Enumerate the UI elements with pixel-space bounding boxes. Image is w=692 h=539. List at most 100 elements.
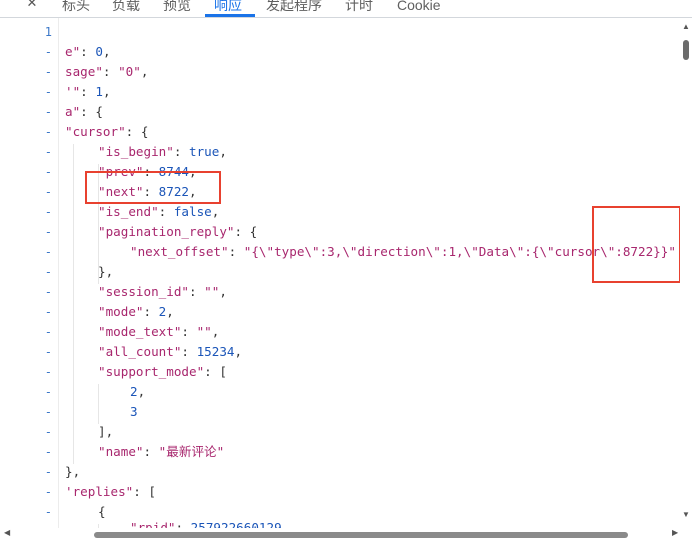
fold-marker[interactable]: - [0, 482, 52, 502]
fold-marker[interactable]: - [0, 122, 52, 142]
tab-cookies[interactable]: Cookie [397, 0, 441, 16]
json-key: sage" [65, 64, 103, 79]
fold-marker[interactable]: - [0, 302, 52, 322]
fold-marker[interactable]: - [0, 142, 52, 162]
json-value: 2 [130, 384, 138, 399]
code-line: "all_count": 15234, [98, 344, 243, 359]
tab-initiator[interactable]: 发起程序 [266, 0, 322, 16]
json-value: 3 [130, 404, 138, 419]
code-line: sage": "0", [65, 64, 149, 79]
json-key: "all_count" [98, 344, 182, 359]
json-value: "0" [118, 64, 141, 79]
json-key: "name" [98, 444, 144, 459]
code-line: "name": "最新评论" [98, 444, 225, 459]
fold-marker[interactable]: - [0, 102, 52, 122]
json-value: "" [204, 284, 220, 299]
fold-marker[interactable]: - [0, 262, 52, 282]
json-key: "cursor" [65, 124, 126, 139]
code-line: }, [65, 464, 81, 479]
close-icon[interactable]: ✕ [22, 0, 42, 14]
fold-marker[interactable]: - [0, 462, 52, 482]
code-line: 2, [130, 384, 146, 399]
fold-marker[interactable]: - [0, 82, 52, 102]
code-line: }, [98, 264, 114, 279]
code-line: "support_mode": [ [98, 364, 227, 379]
json-key: "is_begin" [98, 144, 174, 159]
json-value: 257922660129 [190, 520, 282, 528]
highlight-box-next [85, 171, 221, 204]
json-value: 1 [95, 84, 103, 99]
fold-marker[interactable]: - [0, 62, 52, 82]
code-line: { [98, 504, 106, 519]
fold-marker[interactable]: - [0, 162, 52, 182]
tab-timing[interactable]: 计时 [345, 0, 373, 16]
code-line: 'replies": [ [65, 484, 156, 499]
response-viewer: 1 - - - - - - - - - - - - - - - - - - - … [0, 18, 692, 539]
scroll-left-icon[interactable]: ◀ [4, 528, 10, 537]
fold-marker[interactable]: - [0, 422, 52, 442]
json-key: "session_id" [98, 284, 189, 299]
line-number: 1 [44, 25, 52, 39]
code-line: '": 1, [65, 84, 111, 99]
code-line: "pagination_reply": { [98, 224, 258, 239]
code-line: "is_begin": true, [98, 144, 227, 159]
code-line: 3 [130, 402, 138, 422]
json-key: 'replies" [65, 484, 134, 499]
json-key: "rpid" [130, 520, 176, 528]
fold-marker[interactable]: - [0, 222, 52, 242]
tab-headers[interactable]: 标头 [62, 0, 90, 16]
fold-marker[interactable]: - [0, 502, 52, 522]
fold-marker[interactable]: - [0, 442, 52, 462]
active-tab-indicator [205, 14, 255, 17]
fold-marker[interactable]: - [0, 342, 52, 362]
scrollbar-thumb[interactable] [94, 532, 628, 538]
scroll-right-icon[interactable]: ▶ [672, 528, 678, 537]
indent-guide [73, 144, 74, 464]
json-value: false [173, 204, 212, 219]
code-line: a": { [65, 104, 103, 119]
fold-marker[interactable]: - [0, 402, 52, 422]
json-key: "mode" [98, 304, 144, 319]
scroll-up-icon[interactable]: ▲ [682, 22, 690, 31]
scroll-down-icon[interactable]: ▼ [682, 510, 690, 519]
highlight-box-cursor [592, 206, 681, 283]
tab-preview[interactable]: 预览 [163, 0, 191, 16]
code-line: "mode_text": "", [98, 324, 220, 339]
json-key: "is_end" [98, 204, 159, 219]
json-key: '" [65, 84, 81, 99]
json-key: "support_mode" [98, 364, 205, 379]
vertical-scrollbar[interactable]: ▲ ▼ [680, 18, 692, 528]
fold-marker[interactable]: - [0, 362, 52, 382]
json-value: true [189, 144, 220, 159]
devtools-tab-bar: ✕ 标头 负载 预览 响应 发起程序 计时 Cookie [0, 0, 692, 18]
json-code: e": 0, sage": "0", '": 1, a": { "cursor"… [60, 18, 680, 528]
code-line: "cursor": { [65, 124, 149, 139]
code-line: "is_end": false, [98, 204, 220, 219]
fold-marker[interactable]: - [0, 182, 52, 202]
fold-marker[interactable]: - [0, 282, 52, 302]
json-key: a" [65, 104, 81, 119]
code-line: e": 0, [65, 44, 111, 59]
json-value: 0 [95, 44, 103, 59]
fold-marker[interactable]: - [0, 382, 52, 402]
json-key: "pagination_reply" [98, 224, 235, 239]
fold-marker[interactable]: - [0, 202, 52, 222]
code-line: ], [98, 424, 114, 439]
line-gutter: 1 - - - - - - - - - - - - - - - - - - - … [0, 18, 59, 528]
code-line: "mode": 2, [98, 304, 174, 319]
json-value: 15234 [196, 344, 235, 359]
horizontal-scrollbar[interactable]: ◀ ▶ [0, 528, 692, 539]
scrollbar-thumb[interactable] [683, 40, 689, 60]
code-line: "rpid": 257922660129, [130, 518, 289, 528]
code-line: "session_id": "", [98, 284, 227, 299]
json-value: "最新评论" [158, 444, 225, 459]
json-key: "next_offset" [130, 244, 229, 259]
json-key: e" [65, 44, 81, 59]
tab-payload[interactable]: 负载 [112, 0, 140, 16]
fold-marker[interactable]: - [0, 322, 52, 342]
indent-guide [98, 384, 99, 424]
fold-marker[interactable]: - [0, 242, 52, 262]
json-key: "mode_text" [98, 324, 182, 339]
fold-marker[interactable]: - [0, 42, 52, 62]
json-value: "" [196, 324, 212, 339]
